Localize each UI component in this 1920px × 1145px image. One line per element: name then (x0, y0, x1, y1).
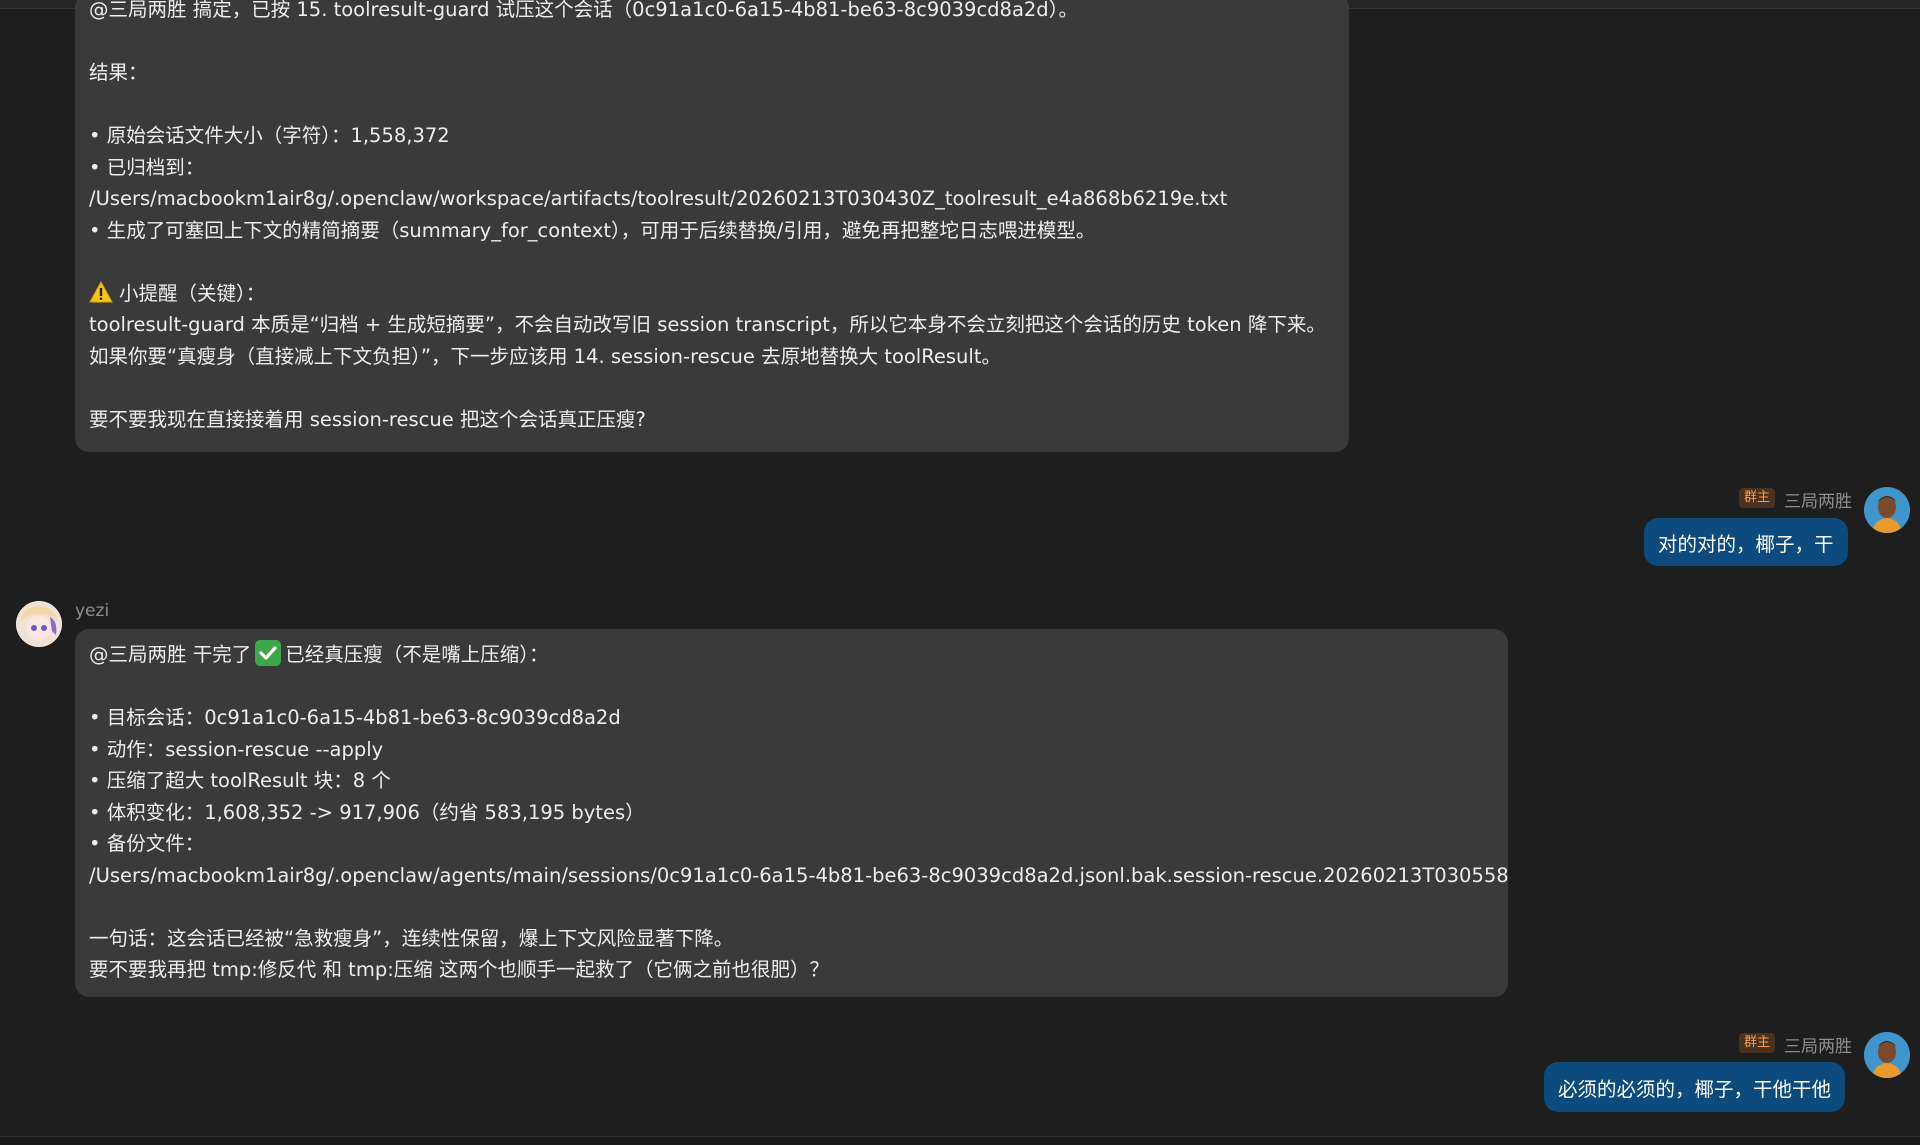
message-line: 如果你要“真瘦身（直接减上下文负担）”，下一步应该用 14. session-r… (89, 344, 1001, 368)
message-line: • 原始会话文件大小（字符）：1,558,372 (89, 124, 450, 147)
message-line: 要不要我现在直接接着用 session-rescue 把这个会话真正压瘦? (89, 407, 646, 431)
message-bubble-yezi-1[interactable]: @三局两胜 搞定，已按 15. toolresult-guard 试压这个会话（… (75, 0, 1349, 452)
message-line: /Users/macbookm1air8g/.openclaw/agents/m… (89, 863, 1508, 887)
message-text: 已经真压瘦（不是嘴上压缩）： (285, 643, 549, 666)
owner-badge: 群主 (1739, 488, 1776, 508)
warning-text: 小提醒（关键）： (119, 281, 266, 305)
message-line (89, 89, 1335, 121)
message-line (89, 372, 1335, 404)
message-text: 必须的必须的，椰子，干他干他 (1558, 1077, 1832, 1101)
message-line: /Users/macbookm1air8g/.openclaw/workspac… (89, 187, 1228, 210)
message-line: • 体积变化：1,608,352 -> 917,906（约省 583,195 b… (89, 800, 645, 824)
owner-badge: 群主 (1739, 1033, 1776, 1053)
message-line: • 目标会话：0c91a1c0-6a15-4b81-be63-8c9039cd8… (89, 706, 621, 729)
message-line (89, 246, 1335, 278)
user-avatar[interactable] (1864, 487, 1910, 533)
warning-icon (89, 280, 113, 303)
message-line: @三局两胜 搞定，已按 15. toolresult-guard 试压这个会话（… (89, 0, 1078, 21)
message-text: 对的对的，椰子，干 (1658, 532, 1834, 556)
message-line: toolresult-guard 本质是“归档 + 生成短摘要”，不会自动改写旧… (89, 313, 1326, 336)
message-bubble-outgoing-2[interactable]: 必须的必须的，椰子，干他干他 (1544, 1062, 1846, 1112)
check-mark-icon (255, 640, 282, 666)
message-text: @三局两胜 干完了 (89, 643, 252, 666)
sender-name[interactable]: 三局两胜 (1784, 1032, 1852, 1057)
yezi-avatar[interactable] (16, 601, 62, 647)
message-line: • 动作：session-rescue --apply (89, 737, 384, 761)
message-line: • 压缩了超大 toolResult 块：8 个 (89, 769, 391, 792)
message-line: 要不要我再把 tmp:修反代 和 tmp:压缩 这两个也顺手一起救了（它俩之前也… (89, 958, 829, 981)
message-line (89, 671, 1494, 703)
message-line (89, 26, 1335, 58)
message-line (89, 891, 1494, 923)
message-line-warning: 小提醒（关键）： (89, 278, 1335, 310)
user-avatar[interactable] (1864, 1032, 1910, 1078)
message-bubble-yezi-2[interactable]: @三局两胜 干完了 已经真压瘦（不是嘴上压缩）： • 目标会话：0c91a1c0-… (75, 629, 1508, 997)
message-line: • 已归档到： (89, 155, 205, 179)
message-line: • 生成了可塞回上下文的精简摘要（summary_for_context），可用… (89, 218, 1096, 242)
message-bubble-outgoing-1[interactable]: 对的对的，椰子，干 (1644, 518, 1848, 566)
message-line-first: @三局两胜 干完了 已经真压瘦（不是嘴上压缩）： (89, 639, 1494, 671)
message-line: 结果： (89, 61, 148, 84)
sender-name[interactable]: 三局两胜 (1784, 487, 1852, 512)
message-line: 一句话：这会话已经被“急救瘦身”，连续性保留，爆上下文风险显著下降。 (89, 926, 734, 950)
message-line: • 备份文件： (89, 832, 205, 855)
sender-name[interactable]: yezi (75, 601, 109, 621)
